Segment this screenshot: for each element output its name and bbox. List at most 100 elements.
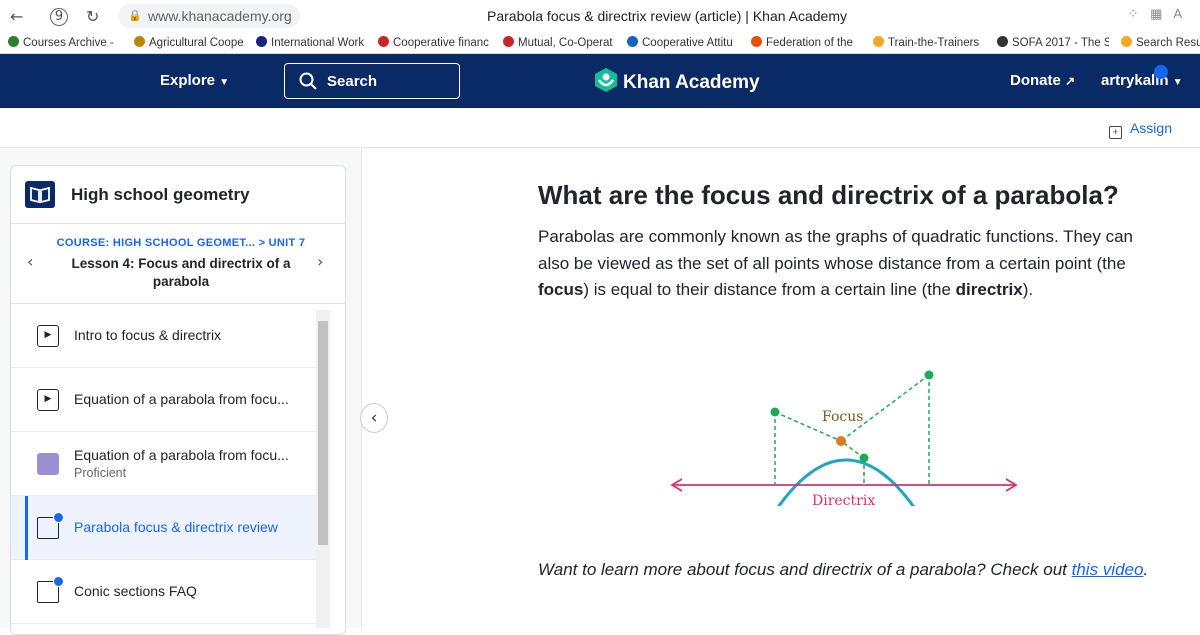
reload-icon[interactable]: ↻ — [86, 7, 99, 26]
bookmark-item[interactable]: Federation of the — [751, 36, 859, 49]
external-link-icon: ↗ — [1065, 74, 1076, 88]
course-title: High school geometry — [71, 185, 250, 204]
course-header[interactable]: High school geometry — [11, 166, 345, 224]
term-focus: focus — [538, 280, 584, 299]
item-status: Proficient — [74, 466, 127, 480]
search-label: Search — [327, 73, 378, 90]
site-header: Explore ▼ Search Khan Academy Donate ↗ a… — [0, 54, 1200, 108]
item-label: Equation of a parabola from focu... — [74, 391, 289, 407]
bookmark-icon — [378, 36, 389, 47]
video-icon: ▶ — [37, 325, 59, 347]
search-icon — [299, 72, 317, 90]
paragraph-text: ). — [1022, 280, 1034, 299]
parabola-point — [924, 370, 934, 380]
scrollbar-thumb[interactable] — [318, 321, 328, 545]
donate-label: Donate — [1010, 72, 1061, 89]
video-link[interactable]: this video — [1072, 560, 1144, 579]
next-lesson-icon[interactable]: › — [317, 252, 323, 271]
dashed-line — [840, 374, 930, 442]
profile-icon[interactable]: 9 — [50, 8, 68, 26]
term-directrix: directrix — [955, 280, 1023, 299]
tab-title: Parabola focus & directrix review (artic… — [487, 8, 848, 24]
article-title: What are the focus and directrix of a pa… — [538, 180, 1119, 210]
notification-dot — [1154, 65, 1168, 79]
parabola-point — [770, 407, 780, 417]
directrix-label: Directrix — [812, 493, 875, 506]
assign-bar: + Assign — [0, 108, 1200, 148]
browser-toolbar: ← 9 ↻ 🔒 www.khanacademy.org Parabola focu… — [0, 0, 1200, 32]
assign-button[interactable]: + Assign — [1108, 120, 1172, 139]
list-item[interactable]: ▶ Equation of a parabola from focu... — [11, 368, 317, 432]
khan-academy-logo[interactable]: Khan Academy — [595, 68, 760, 94]
bookmark-label: Agricultural Coope — [149, 37, 244, 49]
url-text: www.khanacademy.org — [148, 8, 292, 24]
lock-icon: 🔒 — [128, 10, 142, 22]
article-paragraph: Parabolas are commonly known as the grap… — [538, 224, 1158, 304]
bookmark-icon — [873, 36, 884, 47]
back-icon[interactable]: ← — [10, 7, 23, 26]
sidebar: High school geometry ‹ COURSE: HIGH SCHO… — [0, 149, 362, 635]
collapse-sidebar-button[interactable]: ‹ — [360, 403, 388, 433]
bookmark-icon — [627, 36, 638, 47]
list-item-active[interactable]: Parabola focus & directrix review — [11, 496, 317, 560]
bookmark-icon — [8, 36, 19, 47]
prev-lesson-icon[interactable]: ‹ — [27, 252, 33, 271]
lesson-title: Lesson 4: Focus and directrix of a parab… — [71, 256, 291, 289]
list-item[interactable]: Equation of a parabola from focu... Prof… — [11, 432, 317, 496]
lesson-card: High school geometry ‹ COURSE: HIGH SCHO… — [10, 165, 346, 635]
video-icon: ▶ — [37, 389, 59, 411]
book-icon — [25, 181, 55, 208]
explore-menu[interactable]: Explore ▼ — [160, 72, 229, 89]
bookmark-label: Train-the-Trainers — [888, 37, 980, 49]
bookmark-item[interactable]: Agricultural Coope — [134, 36, 244, 49]
focus-point — [836, 436, 846, 446]
bookmark-item[interactable]: Train-the-Trainers — [873, 36, 985, 49]
bookmark-label: SOFA 2017 - The S — [1012, 37, 1109, 49]
paragraph-text: Parabolas are commonly known as the grap… — [538, 227, 1134, 273]
extension-icons[interactable]: ⁘ ▦ A — [1128, 6, 1186, 22]
distance-lines — [774, 374, 930, 485]
lesson-items: ▶ Intro to focus & directrix ▶ Equation … — [11, 304, 345, 624]
chevron-down-icon: ▼ — [219, 77, 230, 88]
learn-end: . — [1143, 560, 1149, 579]
bookmark-item[interactable]: Cooperative financ — [378, 36, 490, 49]
bookmark-icon — [134, 36, 145, 47]
bookmark-label: International Work — [271, 37, 365, 49]
bookmark-item[interactable]: Courses Archive - — [8, 36, 123, 49]
assign-icon: + — [1108, 126, 1122, 139]
logo-icon — [595, 68, 617, 92]
logo-text: Khan Academy — [623, 72, 760, 93]
learn-more-text: Want to learn more about focus and direc… — [538, 560, 1148, 580]
bookmark-icon — [256, 36, 267, 47]
focus-label: Focus — [822, 409, 863, 425]
bookmark-item[interactable]: International Work — [256, 36, 368, 49]
bookmark-label: Courses Archive - — [23, 37, 114, 49]
list-item[interactable]: ▶ Intro to focus & directrix — [11, 304, 317, 368]
address-bar[interactable]: 🔒 www.khanacademy.org — [118, 4, 300, 28]
bookmark-icon — [751, 36, 762, 47]
parabola-diagram: Focus Directrix — [670, 370, 1018, 506]
bookmark-label: Mutual, Co-Operat — [518, 37, 613, 49]
item-label: Intro to focus & directrix — [74, 327, 222, 343]
bookmark-item[interactable]: Search Resu — [1121, 36, 1200, 49]
parabola-point — [859, 453, 869, 463]
bookmark-icon — [503, 36, 514, 47]
article-icon — [37, 512, 64, 539]
lesson-nav: ‹ COURSE: HIGH SCHOOL GEOMET... > UNIT 7… — [11, 224, 345, 304]
item-label: Conic sections FAQ — [74, 583, 197, 599]
bookmark-label: Cooperative financ — [393, 37, 489, 49]
assign-label: Assign — [1129, 120, 1172, 136]
breadcrumb[interactable]: COURSE: HIGH SCHOOL GEOMET... > UNIT 7 — [41, 237, 321, 249]
article-icon — [37, 576, 64, 603]
bookmarks-bar: Courses Archive - Agricultural Coope Inte… — [0, 32, 1200, 54]
search-button[interactable]: Search — [284, 63, 460, 99]
list-item[interactable]: Conic sections FAQ — [11, 560, 317, 624]
bookmark-label: Search Resu — [1136, 37, 1200, 49]
bookmark-item[interactable]: Cooperative Attitu — [627, 36, 739, 49]
bookmark-item[interactable]: SOFA 2017 - The S — [997, 36, 1109, 49]
bookmark-label: Federation of the — [766, 37, 853, 49]
bookmark-item[interactable]: Mutual, Co-Operat — [503, 36, 615, 49]
user-menu[interactable]: artrykalin ▼ — [1101, 72, 1183, 89]
donate-link[interactable]: Donate ↗ — [1010, 72, 1075, 89]
learn-text: Want to learn more about focus and direc… — [538, 560, 1072, 579]
